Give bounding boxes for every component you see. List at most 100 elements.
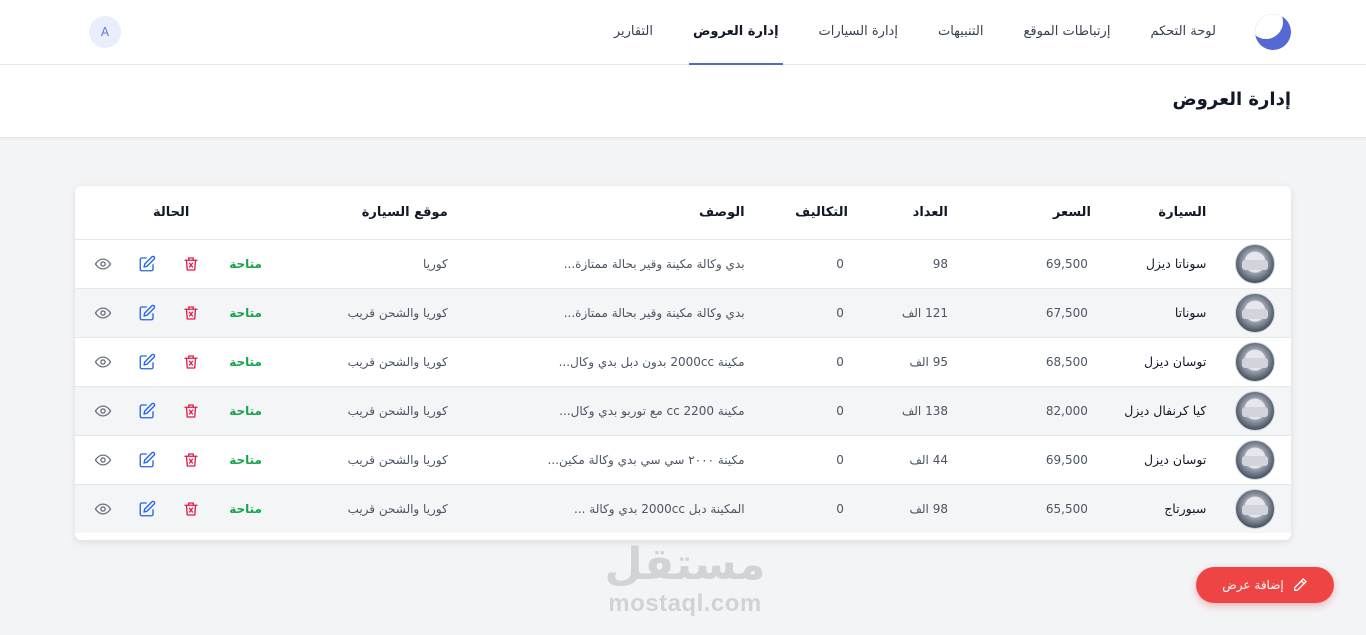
- status-badge: متاحة: [229, 305, 262, 320]
- edit-icon[interactable]: [125, 301, 169, 325]
- cell-odometer: 98 الف: [909, 501, 948, 516]
- table-header-row: السيارة السعر العداد التكاليف الوصف موقع…: [75, 186, 1291, 240]
- trash-icon[interactable]: [169, 399, 213, 423]
- user-avatar[interactable]: A: [89, 16, 121, 48]
- watermark: مستقل mostaql.com: [600, 540, 770, 618]
- row-actions: متاحة: [75, 350, 262, 374]
- row-actions: متاحة: [75, 301, 262, 325]
- cell-description: مكينة 2200 cc مع توربو بدي وكال...: [559, 403, 745, 418]
- cell-car: توسان ديزل: [1143, 354, 1207, 369]
- cell-car: سوناتا ديزل: [1145, 256, 1207, 271]
- eye-icon[interactable]: [81, 350, 125, 374]
- cell-costs: 0: [836, 501, 844, 516]
- cell-car: توسان ديزل: [1143, 452, 1207, 467]
- status-badge: متاحة: [229, 501, 262, 516]
- pencil-icon: [1293, 578, 1307, 591]
- cell-price: 67,500: [1045, 305, 1088, 320]
- eye-icon[interactable]: [81, 448, 125, 472]
- add-offer-label: إضافة عرض: [1222, 578, 1284, 592]
- eye-icon[interactable]: [81, 252, 125, 276]
- table-row: سوناتا ديزل 69,500 98 0 بدي وكالة مكينة وقير…: [75, 239, 1291, 288]
- edit-icon[interactable]: [125, 497, 169, 521]
- cell-costs: 0: [836, 354, 844, 369]
- car-thumbnail[interactable]: [1235, 292, 1275, 333]
- nav-item-site-links[interactable]: إرتباطات الموقع: [1023, 0, 1110, 65]
- nav-item-alerts[interactable]: التنبيهات: [938, 0, 983, 65]
- car-thumbnail[interactable]: [1235, 243, 1275, 284]
- table-row: سبورتاج 65,500 98 الف 0 المكينة دبل 2000cc ب…: [75, 484, 1291, 533]
- header-costs: التكاليف: [744, 186, 848, 240]
- trash-icon[interactable]: [169, 448, 213, 472]
- header-location: موقع السيارة: [261, 186, 448, 240]
- trash-icon[interactable]: [169, 301, 213, 325]
- cell-car: سوناتا: [1174, 305, 1207, 320]
- header-odometer: العداد: [847, 186, 948, 240]
- status-badge: متاحة: [229, 256, 262, 271]
- car-thumbnail[interactable]: [1235, 341, 1275, 382]
- row-actions: متاحة: [75, 399, 262, 423]
- eye-icon[interactable]: [81, 301, 125, 325]
- cell-description: مكينة 2000cc بدون دبل بدي وكال...: [558, 354, 745, 369]
- trash-icon[interactable]: [169, 252, 213, 276]
- cell-odometer: 138 الف: [901, 403, 948, 418]
- cell-car: سبورتاج: [1164, 501, 1207, 517]
- cell-price: 65,500: [1045, 501, 1088, 516]
- add-offer-button[interactable]: إضافة عرض: [1196, 567, 1334, 603]
- trash-icon[interactable]: [169, 350, 213, 374]
- offers-table-card: السيارة السعر العداد التكاليف الوصف موقع…: [75, 186, 1291, 540]
- cell-price: 82,000: [1045, 403, 1088, 418]
- cell-description: بدي وكالة مكينة وقير بحالة ممتازة...: [563, 305, 745, 320]
- watermark-arabic: مستقل: [604, 539, 766, 590]
- cell-odometer: 95 الف: [909, 354, 948, 369]
- cell-location: كوريا والشحن قريب: [347, 354, 448, 369]
- header-description: الوصف: [447, 186, 745, 240]
- nav-item-offers-management[interactable]: إدارة العروض: [688, 0, 783, 65]
- status-badge: متاحة: [229, 452, 262, 467]
- cell-costs: 0: [836, 305, 844, 320]
- car-thumbnail[interactable]: [1235, 390, 1275, 431]
- nav-item-cars-management[interactable]: إدارة السيارات: [819, 0, 898, 65]
- cell-location: كوريا والشحن قريب: [347, 403, 448, 418]
- nav-item-reports[interactable]: التقارير: [614, 0, 653, 65]
- cell-odometer: 98: [932, 256, 948, 271]
- cell-location: كوريا: [423, 256, 448, 271]
- car-thumbnail[interactable]: [1235, 439, 1275, 480]
- eye-icon[interactable]: [81, 497, 125, 521]
- offers-table: السيارة السعر العداد التكاليف الوصف موقع…: [75, 186, 1291, 533]
- edit-icon[interactable]: [125, 252, 169, 276]
- header-status: الحالة: [75, 186, 262, 240]
- edit-icon[interactable]: [125, 448, 169, 472]
- page-title: إدارة العروض: [1172, 89, 1291, 110]
- status-badge: متاحة: [229, 354, 262, 369]
- row-actions: متاحة: [75, 252, 262, 276]
- table-row: توسان ديزل 68,500 95 الف 0 مكينة 2000cc بدون…: [75, 337, 1291, 386]
- cell-price: 68,500: [1045, 354, 1088, 369]
- cell-location: كوريا والشحن قريب: [347, 501, 448, 516]
- cell-description: مكينة ٢٠٠٠ سي سي بدي وكالة مكين...: [547, 452, 745, 467]
- cell-odometer: 44 الف: [909, 452, 948, 467]
- cell-costs: 0: [836, 452, 844, 467]
- top-navbar: لوحة التحكم إرتباطات الموقع التنبيهات إد…: [0, 0, 1366, 65]
- table-row: كيا كرنفال ديزل 82,000 138 الف 0 مكينة 2200 …: [75, 386, 1291, 435]
- cell-location: كوريا والشحن قريب: [347, 452, 448, 467]
- cell-description: المكينة دبل 2000cc بدي وكالة ...: [574, 501, 745, 516]
- cell-location: كوريا والشحن قريب: [347, 305, 448, 320]
- cell-costs: 0: [836, 256, 844, 271]
- cell-costs: 0: [836, 403, 844, 418]
- eye-icon[interactable]: [81, 399, 125, 423]
- row-actions: متاحة: [75, 448, 262, 472]
- car-thumbnail[interactable]: [1235, 488, 1275, 529]
- table-row: سوناتا 67,500 121 الف 0 بدي وكالة مكينة وقير…: [75, 288, 1291, 337]
- cell-price: 69,500: [1045, 452, 1088, 467]
- row-actions: متاحة: [75, 497, 262, 521]
- cell-odometer: 121 الف: [901, 305, 948, 320]
- header-car: السيارة: [1090, 186, 1207, 240]
- trash-icon[interactable]: [169, 497, 213, 521]
- edit-icon[interactable]: [125, 399, 169, 423]
- cell-description: بدي وكالة مكينة وقير بحالة ممتازة...: [563, 256, 745, 271]
- page-header: إدارة العروض: [0, 65, 1366, 138]
- edit-icon[interactable]: [125, 350, 169, 374]
- table-row: توسان ديزل 69,500 44 الف 0 مكينة ٢٠٠٠ سي سي …: [75, 435, 1291, 484]
- nav-item-dashboard[interactable]: لوحة التحكم: [1150, 0, 1216, 65]
- brand-logo-icon[interactable]: [1255, 14, 1291, 50]
